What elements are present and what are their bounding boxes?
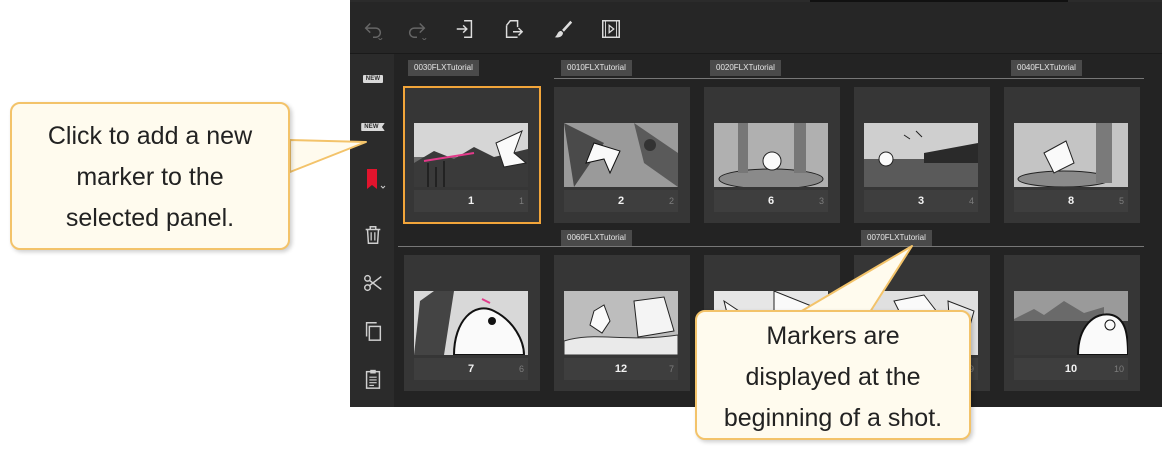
redo-button[interactable] xyxy=(404,16,430,42)
marker-line-row1 xyxy=(554,78,1144,79)
right-callout-line-3: beginning of a shot. xyxy=(723,404,943,432)
sidebar: NEW NEW xyxy=(350,54,394,407)
panel-index: 3 xyxy=(818,196,824,206)
panel-index: 6 xyxy=(518,364,524,374)
marker-0030[interactable]: 0030FLXTutorial xyxy=(408,60,479,76)
panel[interactable]: 11 xyxy=(403,86,541,224)
copy-button[interactable] xyxy=(356,316,390,346)
toolbar xyxy=(350,2,1162,54)
panel-label-bar: 12 7 xyxy=(564,358,678,380)
panel-label: 3 xyxy=(917,195,925,207)
panel-label-bar: 10 10 xyxy=(1014,358,1128,380)
panel-label-bar: 22 xyxy=(564,190,678,212)
right-callout-line-1: Markers are xyxy=(766,322,900,350)
panel-index: 1 xyxy=(518,196,524,206)
panel-label-bar: 76 xyxy=(414,358,528,380)
copy-icon xyxy=(365,322,382,341)
panel-thumbnail xyxy=(864,123,978,187)
panel-index: 2 xyxy=(668,196,674,206)
panel-thumbnail xyxy=(414,291,528,355)
undo-button[interactable] xyxy=(360,16,386,42)
import-icon xyxy=(456,20,473,38)
left-callout-tail xyxy=(286,139,367,173)
right-callout-tail xyxy=(799,245,913,313)
right-callout: Markers are displayed at the beginning o… xyxy=(695,310,971,440)
play-film-icon xyxy=(602,20,620,38)
panel-thumbnail xyxy=(564,291,678,355)
panel-thumbnail xyxy=(1014,123,1128,187)
panel-index: 7 xyxy=(668,364,674,374)
panel-label: 2 xyxy=(617,195,625,207)
panel-thumbnail xyxy=(714,123,828,187)
panel-index: 4 xyxy=(968,196,974,206)
trash-icon xyxy=(365,226,381,244)
panel-label-bar: 11 xyxy=(414,190,528,212)
brush-icon xyxy=(554,20,573,38)
panel-label: 8 xyxy=(1067,195,1075,207)
left-callout-line-1: Click to add a new xyxy=(47,122,253,150)
panel[interactable]: 22 xyxy=(554,87,690,223)
marker-line-row2 xyxy=(398,246,1144,247)
new-panel-button[interactable]: NEW xyxy=(356,64,390,94)
marker-0040[interactable]: 0040FLXTutorial xyxy=(1011,60,1082,76)
panel-index: 5 xyxy=(1118,196,1124,206)
panel-label: 12 xyxy=(614,363,628,375)
panel-index: 10 xyxy=(1113,364,1124,374)
left-callout-line-3: selected panel. xyxy=(65,204,235,232)
panel-thumbnail xyxy=(414,123,528,187)
panel[interactable]: 63 xyxy=(704,87,840,223)
panel-thumbnail xyxy=(1014,291,1128,355)
panel[interactable]: 10 10 xyxy=(1004,255,1140,391)
import-button[interactable] xyxy=(452,16,478,42)
panel[interactable]: 76 xyxy=(404,255,540,391)
panel[interactable]: 34 xyxy=(854,87,990,223)
redo-icon xyxy=(409,22,427,40)
marker-0010[interactable]: 0010FLXTutorial xyxy=(561,60,632,76)
paste-button[interactable] xyxy=(356,364,390,394)
scissors-icon xyxy=(364,274,382,292)
panel-label-bar: 34 xyxy=(864,190,978,212)
left-callout-line-2: marker to the xyxy=(76,163,224,191)
delete-button[interactable] xyxy=(356,220,390,250)
panel[interactable]: 12 7 xyxy=(554,255,690,391)
right-callout-line-2: displayed at the xyxy=(745,363,921,391)
new-badge: NEW xyxy=(362,75,384,83)
export-icon xyxy=(505,20,524,38)
undo-icon xyxy=(364,22,383,40)
left-callout: Click to add a new marker to the selecte… xyxy=(10,102,290,250)
panel-label: 1 xyxy=(467,195,475,207)
panel-label: 6 xyxy=(767,195,775,207)
panel-label-bar: 85 xyxy=(1014,190,1128,212)
panel-thumbnail xyxy=(564,123,678,187)
cut-button[interactable] xyxy=(356,268,390,298)
draw-button[interactable] xyxy=(550,16,576,42)
panel[interactable]: 85 xyxy=(1004,87,1140,223)
marker-0060[interactable]: 0060FLXTutorial xyxy=(561,230,632,246)
panel-label-bar: 63 xyxy=(714,190,828,212)
clipboard-icon xyxy=(365,369,381,389)
export-button[interactable] xyxy=(500,16,526,42)
marker-0020[interactable]: 0020FLXTutorial xyxy=(710,60,781,76)
panel-label: 7 xyxy=(467,363,475,375)
panel-label: 10 xyxy=(1064,363,1078,375)
play-button[interactable] xyxy=(598,16,624,42)
